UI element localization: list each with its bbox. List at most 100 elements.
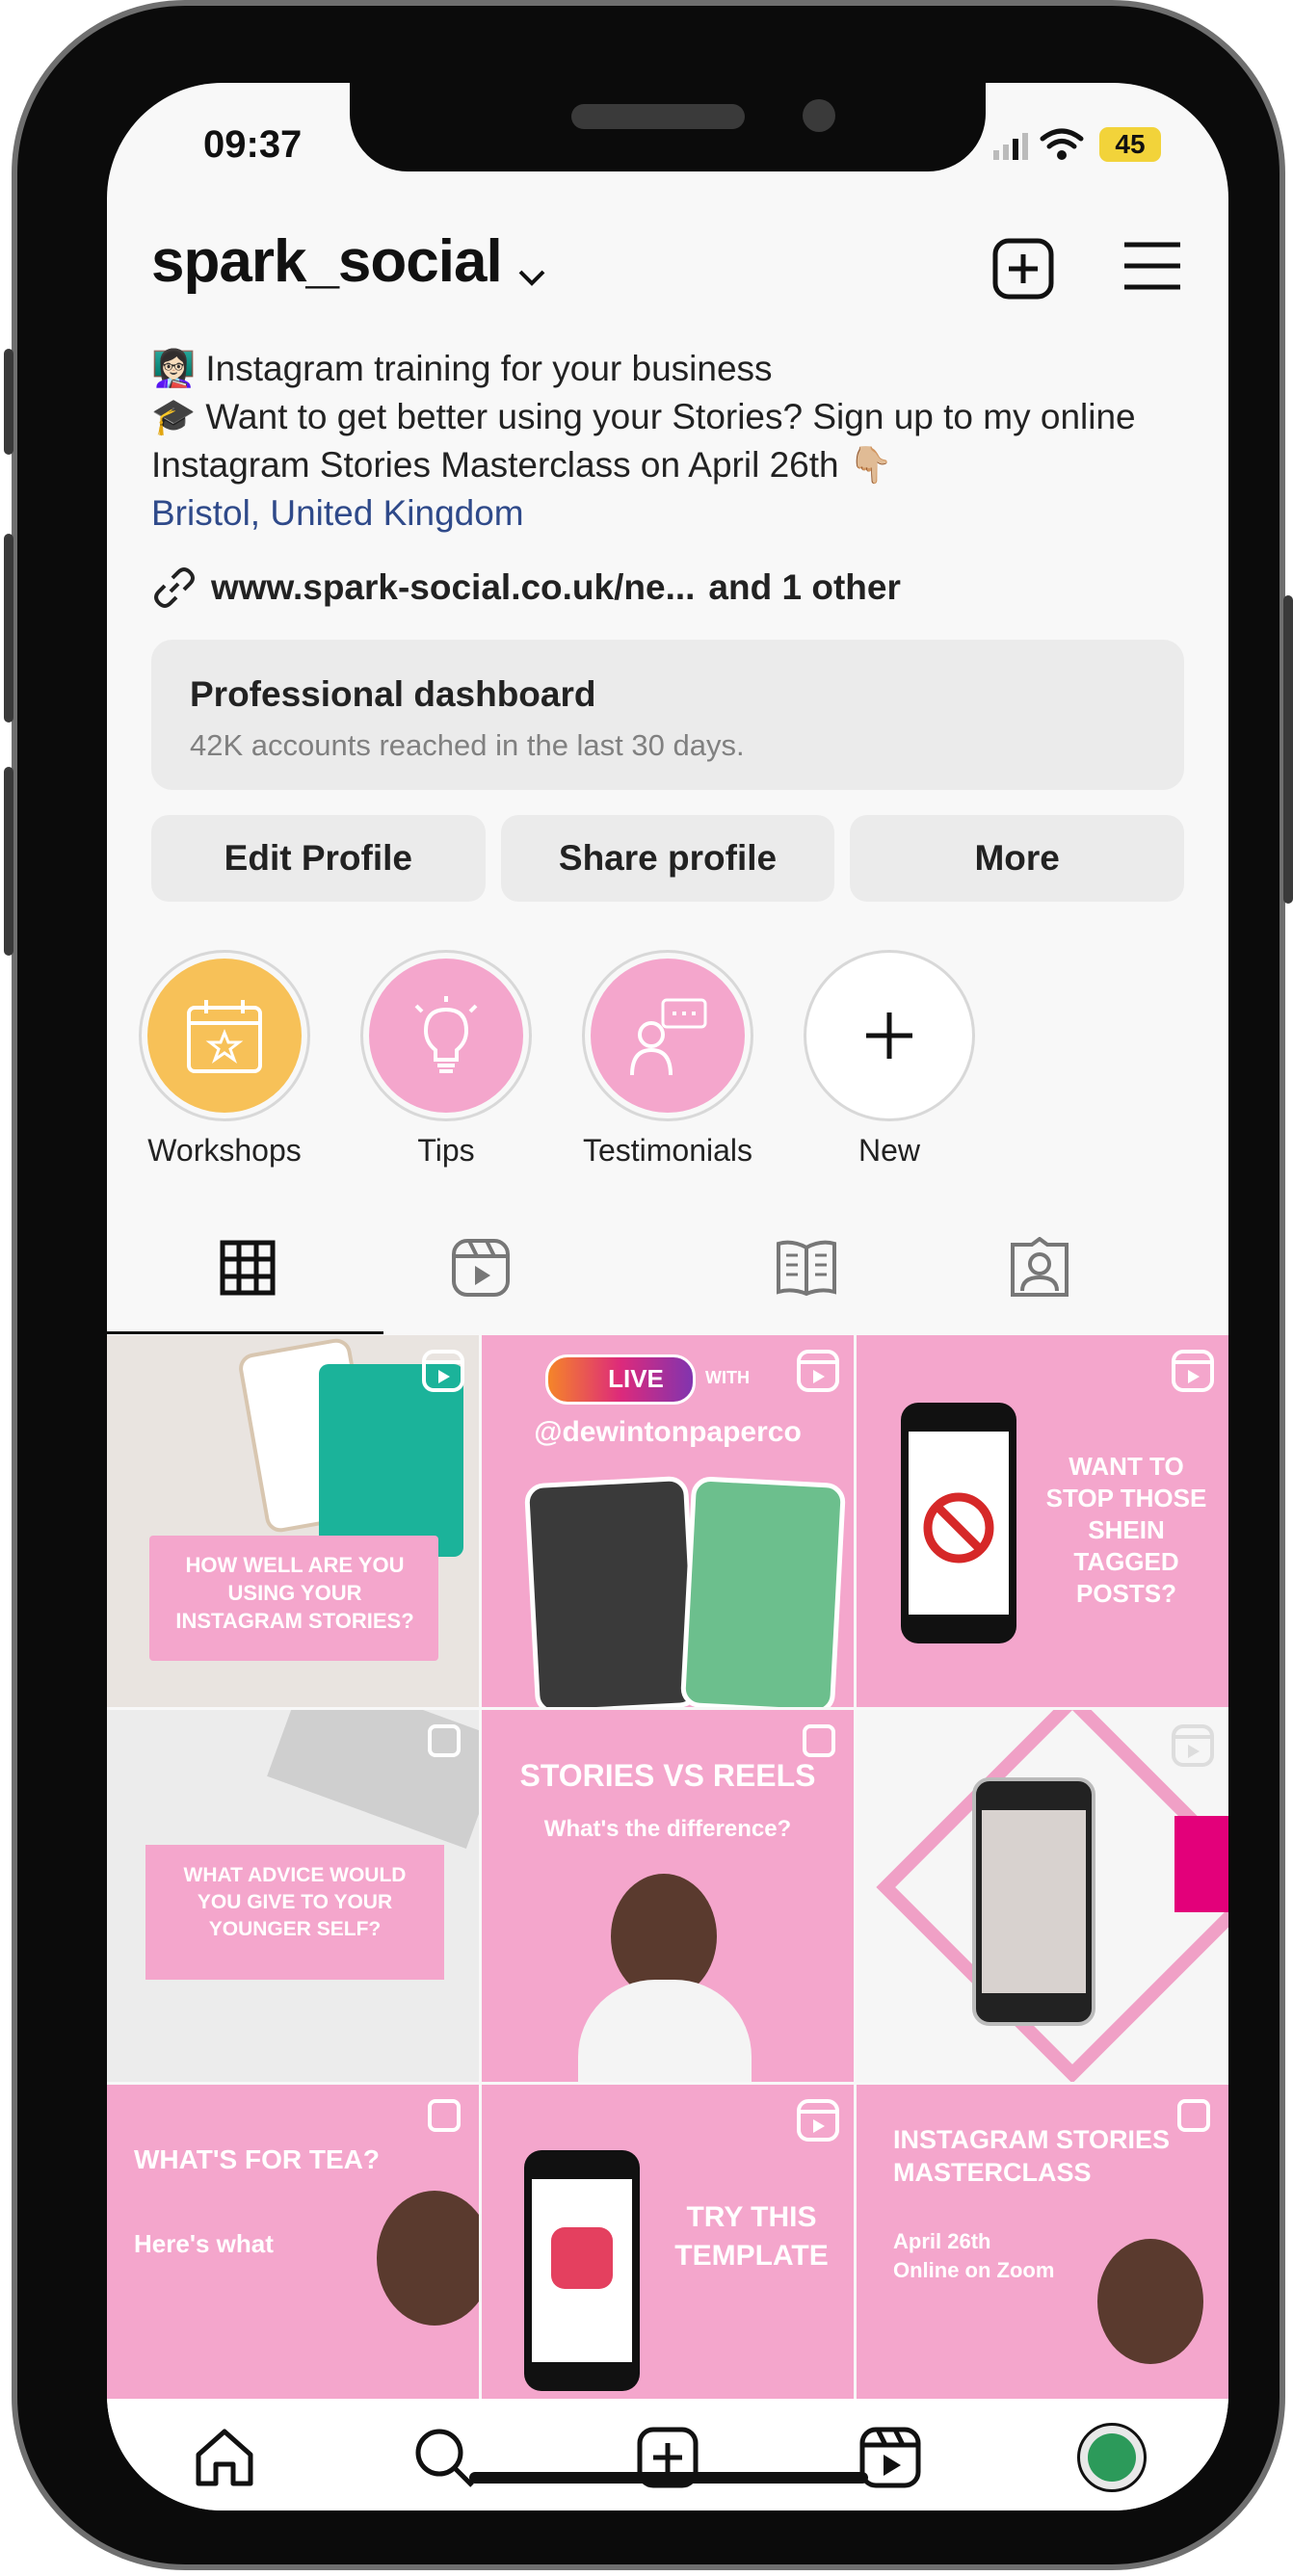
posts-grid: HOW WELL ARE YOU USING YOUR INSTAGRAM ST… bbox=[107, 1335, 1228, 2399]
wifi-icon bbox=[1040, 128, 1084, 160]
nav-reels[interactable] bbox=[847, 2414, 934, 2501]
edit-profile-button[interactable]: Edit Profile bbox=[151, 815, 486, 902]
highlight-label: Tips bbox=[417, 1133, 475, 1168]
nav-search[interactable] bbox=[401, 2414, 488, 2501]
highlight-label: Workshops bbox=[147, 1133, 302, 1168]
home-indicator bbox=[469, 2472, 868, 2484]
post-tile[interactable]: LIVE WITH @dewintonpaperco bbox=[482, 1335, 854, 1707]
post-tile[interactable]: WHAT ADVICE WOULD YOU GIVE TO YOUR YOUNG… bbox=[107, 1710, 479, 2082]
person-photo bbox=[1097, 2239, 1203, 2364]
status-time: 09:37 bbox=[203, 123, 303, 166]
highlight-tips[interactable]: Tips bbox=[350, 950, 542, 1169]
volume-up-button bbox=[4, 534, 13, 723]
nav-profile[interactable] bbox=[1069, 2414, 1155, 2501]
profile-link[interactable]: www.spark-social.co.uk/ne... and 1 other bbox=[151, 565, 901, 611]
calendar-icon bbox=[187, 1000, 262, 1073]
avatar-image bbox=[1088, 2433, 1136, 2482]
post-tile[interactable]: HOW WELL ARE YOU USING YOUR INSTAGRAM ST… bbox=[107, 1335, 479, 1707]
phone-photo bbox=[524, 2150, 640, 2391]
lightbulb-icon bbox=[414, 996, 478, 1073]
highlight-cover bbox=[147, 959, 302, 1113]
person-photo bbox=[377, 2191, 479, 2326]
post-tile[interactable]: WHAT'S FOR TEA? Here's what bbox=[107, 2085, 479, 2399]
grid-icon bbox=[220, 1240, 275, 1296]
post-title: INSTAGRAM STORIES MASTERCLASS bbox=[893, 2125, 1171, 2187]
phone-photo bbox=[972, 1777, 1095, 2026]
highlight-ring bbox=[582, 950, 753, 1121]
signal-icon bbox=[993, 133, 1028, 160]
avatar bbox=[1077, 2423, 1147, 2492]
status-bar: 09:37 45 bbox=[107, 83, 1228, 179]
post-tile[interactable]: INSTAGRAM STORIES MASTERCLASS April 26th… bbox=[857, 2085, 1228, 2399]
highlight-cover bbox=[369, 959, 523, 1113]
profile-location[interactable]: Bristol, United Kingdom bbox=[151, 489, 1192, 538]
photo-detail bbox=[319, 1364, 463, 1557]
reels-badge-icon bbox=[797, 1350, 839, 1392]
more-button[interactable]: More bbox=[850, 815, 1185, 902]
link-other[interactable]: and 1 other bbox=[708, 567, 900, 608]
professional-dashboard[interactable]: Professional dashboard 42K accounts reac… bbox=[151, 640, 1184, 790]
highlight-workshops[interactable]: Workshops bbox=[128, 950, 321, 1169]
post-tile[interactable] bbox=[857, 1710, 1228, 2082]
nav-home[interactable] bbox=[181, 2414, 268, 2501]
tab-reels[interactable] bbox=[340, 1220, 620, 1316]
chevron-down-icon[interactable] bbox=[517, 268, 546, 287]
power-button bbox=[1283, 595, 1293, 904]
link-url[interactable]: www.spark-social.co.uk/ne... bbox=[211, 567, 695, 608]
post-subtitle: Here's what bbox=[134, 2229, 274, 2258]
reels-badge-icon bbox=[422, 1350, 464, 1392]
reels-icon bbox=[451, 1239, 510, 1297]
tab-tagged[interactable] bbox=[899, 1220, 1179, 1316]
highlight-label: Testimonials bbox=[582, 1133, 753, 1168]
post-caption: WANT TO STOP THOSE SHEIN TAGGED POSTS? bbox=[1045, 1452, 1207, 1608]
carousel-icon bbox=[428, 2099, 461, 2132]
phone-frame: 09:37 45 spark_social 👩🏻‍🏫 In bbox=[4, 0, 1293, 2570]
post-tile[interactable]: TRY THIS TEMPLATE bbox=[482, 2085, 854, 2399]
highlight-testimonials[interactable]: Testimonials bbox=[571, 950, 764, 1169]
carousel-icon bbox=[428, 1724, 461, 1757]
profile-header: spark_social bbox=[151, 227, 546, 296]
live-label: LIVE bbox=[608, 1364, 664, 1393]
bio-line-2: Want to get better using your Stories? S… bbox=[151, 397, 1136, 485]
phone-screen bbox=[982, 1810, 1086, 1993]
post-title: WHAT'S FOR TEA? bbox=[134, 2144, 380, 2174]
highlight-cover bbox=[591, 959, 745, 1113]
profile-actions: Edit Profile Share profile More bbox=[151, 815, 1185, 902]
post-tile[interactable]: STORIES VS REELS What's the difference? bbox=[482, 1710, 854, 2082]
dashboard-subtitle: 42K accounts reached in the last 30 days… bbox=[190, 728, 745, 762]
menu-icon[interactable] bbox=[1122, 237, 1182, 295]
carousel-icon bbox=[803, 1724, 835, 1757]
reels-badge-icon bbox=[1172, 1350, 1214, 1392]
post-caption: TRY THIS TEMPLATE bbox=[674, 2201, 829, 2272]
phone-photo bbox=[523, 1475, 700, 1707]
highlight-ring bbox=[804, 950, 975, 1121]
reels-badge-icon bbox=[1172, 1724, 1214, 1767]
home-icon bbox=[196, 2429, 253, 2486]
reels-logo bbox=[551, 2227, 613, 2289]
active-tab-indicator bbox=[107, 1331, 383, 1334]
person-photo bbox=[578, 1980, 752, 2082]
bio-line-1: Instagram training for your business bbox=[205, 349, 773, 388]
post-handle: @dewintonpaperco bbox=[534, 1416, 802, 1448]
post-tile[interactable]: WANT TO STOP THOSE SHEIN TAGGED POSTS? bbox=[857, 1335, 1228, 1707]
forbidden-icon bbox=[923, 1492, 994, 1564]
post-subtitle: April 26th bbox=[893, 2229, 991, 2253]
book-icon bbox=[776, 1240, 836, 1297]
link-icon bbox=[154, 567, 195, 608]
highlight-ring bbox=[360, 950, 532, 1121]
plus-icon bbox=[866, 1012, 912, 1059]
profile-bio: 👩🏻‍🏫 Instagram training for your busines… bbox=[151, 345, 1192, 538]
create-post-icon[interactable] bbox=[991, 237, 1055, 301]
tagged-icon bbox=[1010, 1237, 1069, 1297]
phone-photo bbox=[901, 1403, 1016, 1643]
post-subtitle: What's the difference? bbox=[543, 1816, 792, 1842]
share-profile-button[interactable]: Share profile bbox=[500, 815, 835, 902]
carousel-icon bbox=[1177, 2099, 1210, 2132]
profile-username[interactable]: spark_social bbox=[151, 228, 503, 295]
app-screen: 09:37 45 spark_social 👩🏻‍🏫 In bbox=[107, 83, 1228, 2510]
highlight-new[interactable]: New bbox=[793, 950, 986, 1169]
nav-create[interactable] bbox=[624, 2414, 711, 2501]
battery-indicator: 45 bbox=[1099, 127, 1161, 162]
reels-icon bbox=[859, 2427, 921, 2488]
highlight-ring bbox=[139, 950, 310, 1121]
